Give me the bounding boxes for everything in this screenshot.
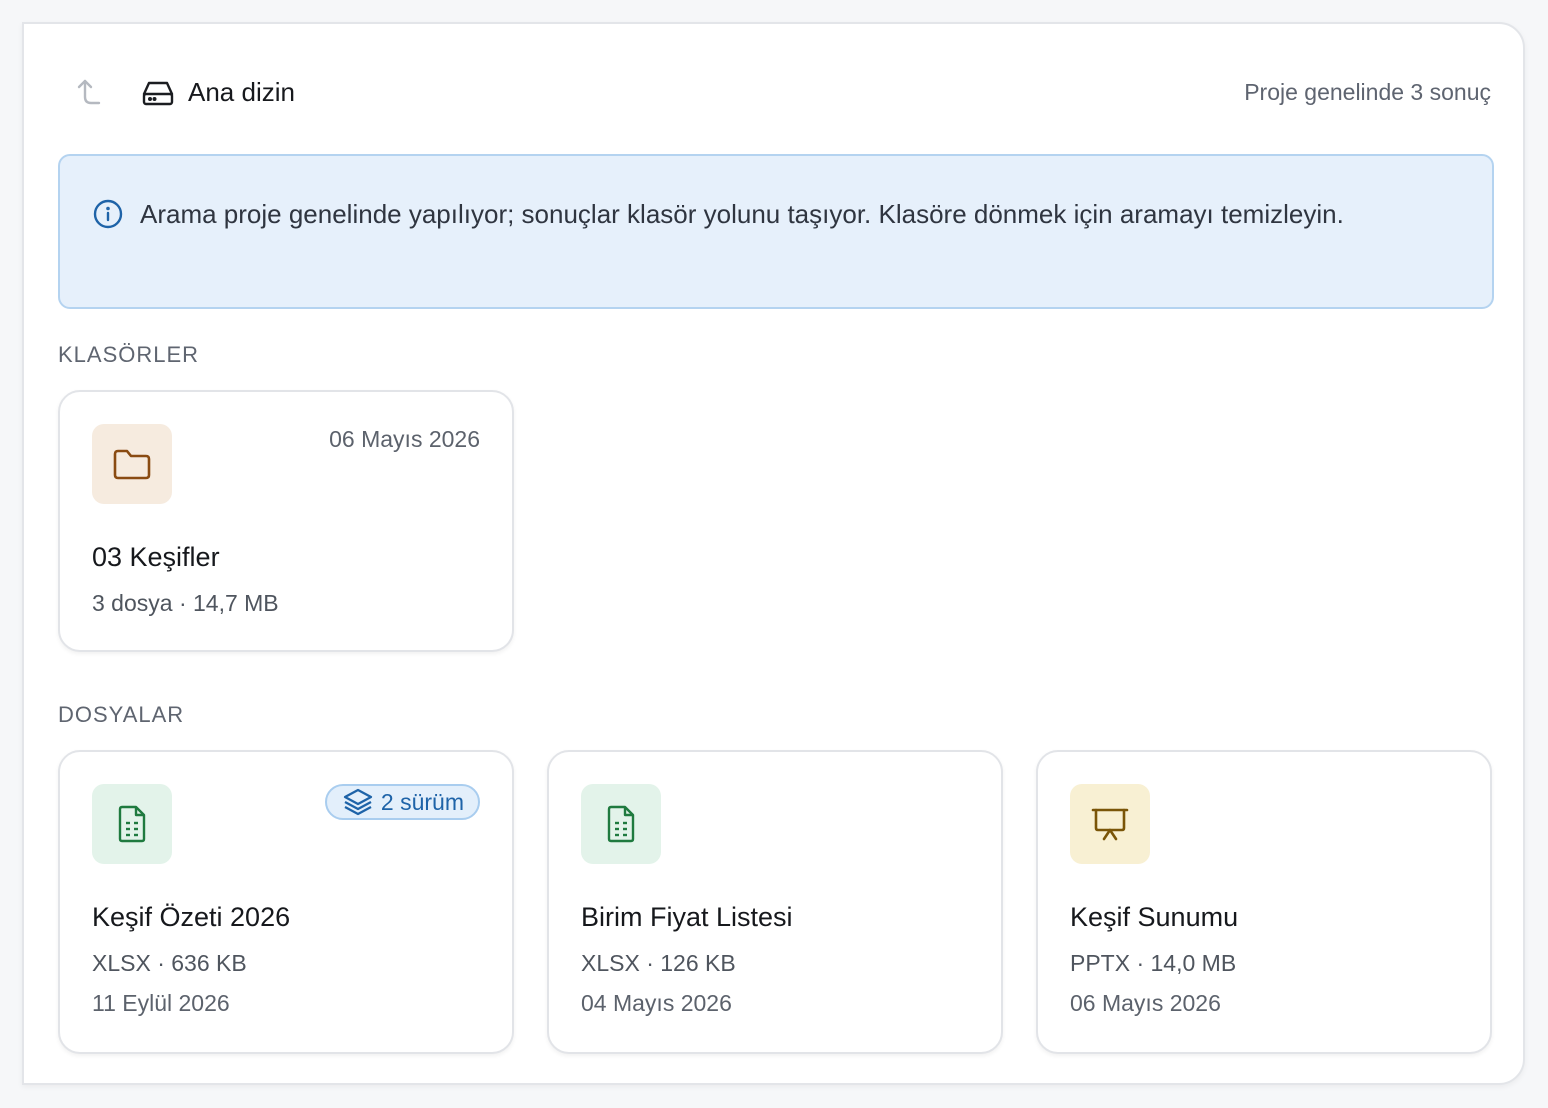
result-count: Proje genelinde 3 sonuç xyxy=(1244,78,1491,105)
directory-label: Ana dizin xyxy=(188,76,295,107)
version-badge-label: 2 sürüm xyxy=(380,788,464,815)
file-name: Birim Fiyat Listesi xyxy=(581,902,793,932)
file-card[interactable]: 2 sürüm Keşif Özeti 2026 XLSX · 636 KB 1… xyxy=(58,750,514,1054)
file-thumb xyxy=(92,784,172,864)
file-date: 11 Eylül 2026 xyxy=(92,990,230,1016)
file-meta: PPTX · 14,0 MB xyxy=(1070,950,1237,976)
folder-meta: 3 dosya · 14,7 MB xyxy=(92,590,279,616)
spreadsheet-icon xyxy=(118,805,146,843)
version-badge[interactable]: 2 sürüm xyxy=(324,784,480,820)
file-meta: XLSX · 636 KB xyxy=(92,950,247,976)
up-button[interactable] xyxy=(58,64,118,120)
file-date: 04 Mayıs 2026 xyxy=(581,990,732,1016)
spreadsheet-icon xyxy=(607,805,635,843)
folders-section-title: KLASÖRLER xyxy=(58,342,200,367)
folder-name: 03 Keşifler xyxy=(92,542,220,572)
file-date: 06 Mayıs 2026 xyxy=(1070,990,1221,1016)
file-card[interactable]: Keşif Sunumu PPTX · 14,0 MB 06 Mayıs 202… xyxy=(1036,750,1492,1054)
current-directory[interactable]: Ana dizin xyxy=(142,77,295,108)
arrow-up-left-icon xyxy=(77,79,101,105)
file-thumb xyxy=(1070,784,1150,864)
file-name: Keşif Sunumu xyxy=(1070,902,1239,932)
file-meta: XLSX · 126 KB xyxy=(581,950,736,976)
files-section-title: DOSYALAR xyxy=(58,702,185,727)
folder-icon xyxy=(113,449,151,480)
info-icon xyxy=(93,199,123,229)
folder-thumb xyxy=(92,424,172,504)
search-notice: Arama proje genelinde yapılıyor; sonuçla… xyxy=(58,154,1494,309)
search-results-panel: Ana dizin Proje genelinde 3 sonuç Arama … xyxy=(22,22,1525,1085)
presentation-icon xyxy=(1091,808,1129,841)
hard-drive-icon xyxy=(142,81,174,106)
layers-icon xyxy=(343,788,373,816)
folder-card[interactable]: 06 Mayıs 2026 03 Keşifler 3 dosya · 14,7… xyxy=(58,390,514,652)
file-card[interactable]: Birim Fiyat Listesi XLSX · 126 KB 04 May… xyxy=(547,750,1003,1054)
toolbar: Ana dizin Proje genelinde 3 sonuç xyxy=(58,64,1491,120)
notice-text: Arama proje genelinde yapılıyor; sonuçla… xyxy=(140,199,1344,229)
file-thumb xyxy=(581,784,661,864)
file-name: Keşif Özeti 2026 xyxy=(92,902,291,932)
folder-date: 06 Mayıs 2026 xyxy=(329,426,480,452)
